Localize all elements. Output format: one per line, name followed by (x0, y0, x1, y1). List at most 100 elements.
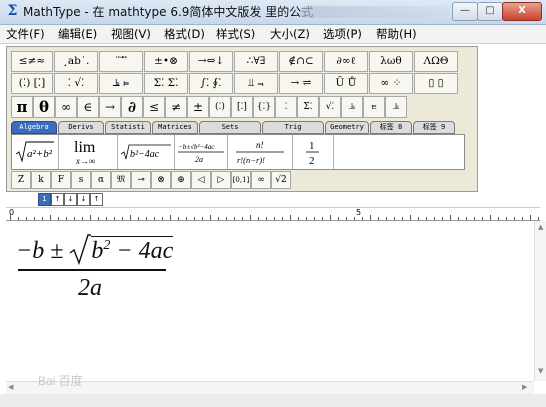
summations-palette-button[interactable]: Σ⁚ Σ⁚ (144, 73, 188, 94)
menu-edit[interactable]: 编辑(E) (58, 27, 97, 41)
symbol-button-alpha[interactable]: α (91, 171, 111, 189)
logic-palette-button[interactable]: ∴∀∃ (234, 51, 278, 72)
fences-palette-button[interactable]: (⁚) [⁚] (11, 73, 53, 94)
size-button-5[interactable]: ↑ (90, 193, 103, 206)
sets-palette-button[interactable]: ∉∩⊂ (279, 51, 323, 72)
vertical-scrollbar[interactable]: ▲ ▼ (534, 221, 546, 381)
template-row: a²+b² lim x→∞ b²−4ac −b±√b²−4ac 2a n! r!… (11, 134, 465, 170)
element-of-symbol-button[interactable]: ∈ (77, 96, 99, 118)
radicand: b2 − 4ac (91, 236, 174, 264)
menu-help[interactable]: 帮助(H) (376, 27, 417, 41)
close-button[interactable]: X (502, 2, 542, 21)
fractions-palette-button[interactable]: ⁚ √⁚ (54, 73, 98, 94)
greek-upper-palette-button[interactable]: ΛΩΘ (414, 51, 458, 72)
scroll-right-arrow-icon[interactable]: ▶ (522, 383, 527, 391)
mathtype-app-icon[interactable]: Σ (5, 4, 20, 19)
supsub-template-button[interactable]: ⫡ (385, 96, 407, 118)
tab-label-9[interactable]: 标签 9 (413, 121, 455, 134)
menu-options[interactable]: 选项(P) (323, 27, 362, 41)
subscripts-palette-button[interactable]: ⫡ ⫢ (99, 73, 143, 94)
spaces-palette-button[interactable]: ¸ab˙. (54, 51, 98, 72)
size-button-4[interactable]: ↓ (77, 193, 90, 206)
boxes-palette-button[interactable]: ▯ ▯ (414, 73, 458, 94)
ruler-tick (202, 217, 203, 220)
relations-palette-button[interactable]: ≤≠≈ (11, 51, 53, 72)
labeled-arrows-palette-button[interactable]: → ⇌ (279, 73, 323, 94)
theta-symbol-button[interactable]: θ (33, 96, 55, 118)
partial-symbol-button[interactable]: ∂ (121, 96, 143, 118)
infinity-symbol-button[interactable]: ∞ (55, 96, 77, 118)
symbol-button-right-triangle[interactable]: ▷ (211, 171, 231, 189)
matrices-palette-button[interactable]: ∞ ⁘ (369, 73, 413, 94)
symbol-button-f[interactable]: F (51, 171, 71, 189)
symbol-button-sqrt2[interactable]: √2 (271, 171, 291, 189)
pi-symbol-button[interactable]: π (11, 96, 33, 118)
template-combination[interactable]: n! r!(n−r)! (228, 135, 293, 169)
symbol-button-infinity[interactable]: ∞ (251, 171, 271, 189)
symbol-button-z[interactable]: Z (11, 171, 31, 189)
symbol-button-s[interactable]: s (71, 171, 91, 189)
tab-matrices[interactable]: Matrices (152, 121, 198, 134)
neq-symbol-button[interactable]: ≠ (165, 96, 187, 118)
arrows-palette-button[interactable]: →⇔↓ (189, 51, 233, 72)
fraction-template-button[interactable]: ⁚ (275, 96, 297, 118)
ruler-tick (242, 217, 243, 220)
minimize-button[interactable]: — (452, 2, 478, 21)
sum-template-button[interactable]: Σ⁚ (297, 96, 319, 118)
scroll-down-arrow-icon[interactable]: ▼ (538, 367, 543, 375)
menu-file[interactable]: 文件(F) (6, 27, 45, 41)
symbol-button-otimes[interactable]: ⊗ (151, 171, 171, 189)
discriminant-icon: b²−4ac (120, 144, 171, 160)
embellishments-palette-button[interactable]: ¨ ⃗ ⃡ (99, 51, 143, 72)
ruler[interactable]: 0 5 (6, 207, 540, 221)
bars-palette-button[interactable]: ⫫ ⫬ (234, 73, 278, 94)
menu-format[interactable]: 格式(D) (164, 27, 205, 41)
menu-size[interactable]: 大小(Z) (270, 27, 310, 41)
symbol-button-left-triangle[interactable]: ◁ (191, 171, 211, 189)
tab-derivs[interactable]: Derivs (58, 121, 104, 134)
template-sqrt-sum-squares[interactable]: a²+b² (12, 135, 59, 169)
menu-view[interactable]: 视图(V) (111, 27, 151, 41)
horizontal-scrollbar[interactable]: ◀ ▶ (6, 381, 534, 394)
products-palette-button[interactable]: Ū Ů (324, 73, 368, 94)
template-one-half[interactable]: 1 2 (293, 135, 334, 169)
leq-symbol-button[interactable]: ≤ (143, 96, 165, 118)
symbol-button-multimap[interactable]: ⊸ (131, 171, 151, 189)
symbol-button-oplus[interactable]: ⊕ (171, 171, 191, 189)
tab-trig[interactable]: Trig (262, 121, 324, 134)
right-arrow-symbol-button[interactable]: → (99, 96, 121, 118)
subscript-template-button[interactable]: ⫢ (363, 96, 385, 118)
tab-geometry[interactable]: Geometry (325, 121, 369, 134)
size-button-3[interactable]: ↓ (64, 193, 77, 206)
scroll-up-arrow-icon[interactable]: ▲ (538, 223, 543, 231)
braces-template-button[interactable]: {⁚} (253, 96, 275, 118)
equation-editing-area[interactable]: −b ± b2 − 4ac 2a (6, 221, 534, 381)
tab-statistics[interactable]: Statisti (105, 121, 151, 134)
tab-sets[interactable]: Sets (199, 121, 261, 134)
ruler-tick (58, 217, 59, 220)
symbol-button-fraktur-m[interactable]: 𝔐 (111, 171, 131, 189)
superscript-template-button[interactable]: ⫡ (341, 96, 363, 118)
scroll-left-arrow-icon[interactable]: ◀ (8, 383, 13, 391)
brackets-template-button[interactable]: [⁚] (231, 96, 253, 118)
operators-palette-button[interactable]: ±•⊗ (144, 51, 188, 72)
tab-label-8[interactable]: 标签 8 (370, 121, 412, 134)
template-quadratic-formula[interactable]: −b±√b²−4ac 2a (175, 135, 228, 169)
symbol-button-interval[interactable]: [0,1] (231, 171, 251, 189)
greek-lower-palette-button[interactable]: λωθ (369, 51, 413, 72)
parentheses-template-button[interactable]: (⁚) (209, 96, 231, 118)
size-button-2[interactable]: ↑ (51, 193, 64, 206)
misc-palette-button[interactable]: ∂∞ℓ (324, 51, 368, 72)
ruler-tick (426, 217, 427, 220)
template-discriminant[interactable]: b²−4ac (118, 135, 175, 169)
root-template-button[interactable]: √⁚ (319, 96, 341, 118)
symbol-button-k[interactable]: k (31, 171, 51, 189)
tab-algebra[interactable]: Algebra (11, 121, 57, 134)
template-limit[interactable]: lim x→∞ (59, 135, 118, 169)
maximize-button[interactable]: □ (477, 2, 503, 21)
size-button-1[interactable]: 1 (38, 193, 51, 206)
plusminus-symbol-button[interactable]: ± (187, 96, 209, 118)
integrals-palette-button[interactable]: ∫⁚ ∮⁚ (189, 73, 233, 94)
menu-style[interactable]: 样式(S) (216, 27, 255, 41)
status-bar (0, 394, 546, 407)
